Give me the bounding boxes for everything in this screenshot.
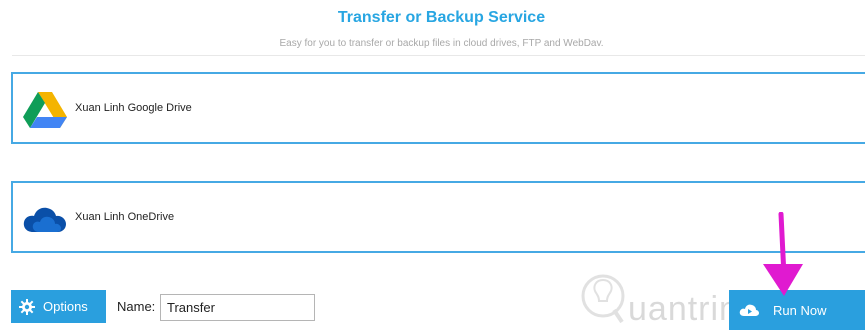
service-card-google-drive[interactable]: Xuan Linh Google Drive (11, 72, 865, 144)
name-input[interactable] (160, 294, 315, 321)
service-label: Xuan Linh OneDrive (75, 211, 175, 223)
cloud-run-icon (739, 304, 759, 316)
options-button-label: Options (43, 299, 88, 314)
service-label: Xuan Linh Google Drive (75, 102, 192, 114)
onedrive-icon (23, 207, 66, 232)
service-card-onedrive[interactable]: Xuan Linh OneDrive (11, 181, 865, 253)
quantrimang-watermark-logo (580, 268, 626, 335)
options-button[interactable]: Options (11, 290, 106, 323)
page-subtitle: Easy for you to transfer or backup files… (279, 38, 604, 49)
name-label: Name: (117, 299, 156, 314)
google-drive-icon (23, 92, 67, 128)
gear-icon (19, 298, 35, 315)
page-header: Transfer or Backup Service Easy for you … (0, 0, 865, 56)
page-title: Transfer or Backup Service (337, 9, 546, 26)
header-divider (12, 55, 865, 56)
pointer-arrow-icon (763, 212, 803, 296)
run-now-label: Run Now (773, 302, 827, 318)
